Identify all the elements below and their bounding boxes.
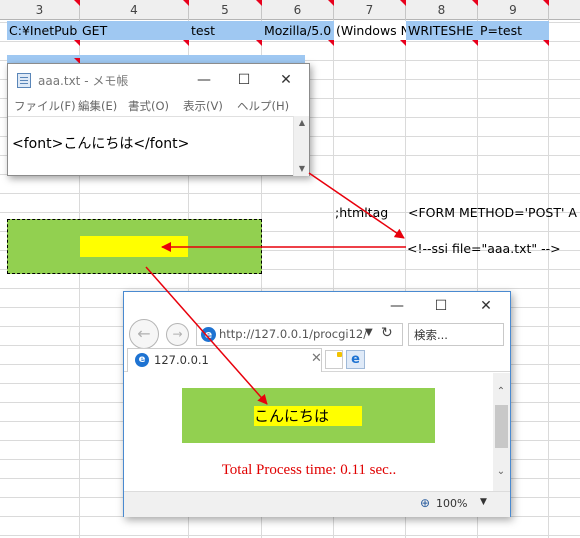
yellow-shape[interactable] — [80, 236, 188, 257]
tab-bar: e 127.0.0.1 ✕ e — [124, 348, 510, 372]
column-header[interactable]: 7 — [334, 0, 406, 20]
refresh-icon[interactable]: ↻ — [381, 325, 393, 341]
minimize-icon[interactable]: — — [184, 68, 224, 92]
menu-file[interactable]: ファイル(F) — [14, 98, 76, 114]
column-header[interactable]: 4 — [80, 0, 189, 20]
address-bar[interactable]: e http://127.0.0.1/procgi12/ ▼ ↻ — [196, 323, 403, 346]
greeting-text: こんにちは — [254, 406, 362, 426]
new-tab-icon[interactable] — [325, 350, 343, 369]
cell[interactable]: GET — [80, 21, 189, 40]
comment-marker — [543, 40, 549, 46]
minimize-icon[interactable]: — — [377, 294, 417, 318]
column-header-bar: 3 4 5 6 7 8 9 — [0, 0, 580, 20]
menu-view[interactable]: 表示(V) — [183, 98, 223, 114]
scroll-up-icon[interactable]: ▲ — [294, 116, 310, 130]
ie-icon[interactable]: e — [346, 350, 365, 369]
comment-marker — [472, 0, 478, 6]
close-icon[interactable]: ✕ — [311, 351, 322, 366]
notepad-editor[interactable]: <font>こんにちは</font> — [8, 116, 294, 176]
comment-marker — [256, 0, 262, 6]
scroll-down-icon[interactable]: ▼ — [294, 162, 310, 176]
notepad-icon — [17, 73, 31, 88]
comment-marker — [183, 0, 189, 6]
dropdown-arrow-icon[interactable]: ▼ — [365, 327, 373, 338]
scroll-up-icon[interactable]: ⌃ — [493, 385, 509, 399]
process-time-text: Total Process time: 0.11 sec.. — [221, 462, 397, 478]
back-icon[interactable]: ← — [129, 319, 159, 349]
comment-marker — [74, 0, 80, 6]
column-header[interactable]: 3 — [0, 0, 80, 20]
notepad-title: aaa.txt - メモ帳 — [38, 74, 129, 88]
menu-format[interactable]: 書式(O) — [128, 98, 169, 114]
browser-scrollbar[interactable]: ⌃ ⌄ — [493, 373, 510, 491]
search-input[interactable]: 検索... — [408, 323, 504, 346]
notepad-content[interactable]: <font>こんにちは</font> — [12, 133, 189, 153]
column-header[interactable]: 6 — [262, 0, 334, 20]
address-url[interactable]: http://127.0.0.1/procgi12/ — [219, 327, 367, 341]
comment-marker — [400, 0, 406, 6]
page-content: こんにちは Total Process time: 0.11 sec.. — [124, 373, 494, 491]
close-icon[interactable]: ✕ — [266, 68, 306, 92]
comment-marker — [183, 40, 189, 46]
browser-navbar: ← → e http://127.0.0.1/procgi12/ ▼ ↻ 検索.… — [124, 318, 510, 350]
status-bar: ⊕ 100% ▼ — [124, 491, 510, 517]
tab-title: 127.0.0.1 — [154, 353, 209, 367]
comment-marker — [256, 40, 262, 46]
column-header[interactable]: 9 — [478, 0, 549, 20]
cell[interactable]: Mozilla/5.0 — [262, 21, 334, 40]
comment-marker — [328, 0, 334, 6]
dropdown-arrow-icon[interactable]: ▼ — [480, 497, 487, 507]
column-header[interactable]: 5 — [189, 0, 262, 20]
ie-icon: e — [135, 353, 149, 367]
comment-marker — [543, 0, 549, 6]
grid-line — [548, 0, 549, 538]
browser-tab[interactable]: e 127.0.0.1 ✕ — [127, 348, 322, 372]
maximize-icon[interactable]: ☐ — [224, 68, 264, 92]
htmltag-label[interactable]: ;htmltag — [335, 205, 388, 220]
cell[interactable]: WRITESHE — [406, 21, 478, 40]
zoom-level[interactable]: 100% — [436, 497, 467, 510]
maximize-icon[interactable]: ☐ — [421, 294, 461, 318]
cell[interactable]: (Windows N — [334, 21, 406, 40]
form-cell[interactable]: <FORM METHOD='POST' A — [408, 205, 580, 220]
cell[interactable]: test — [189, 21, 262, 40]
menu-edit[interactable]: 編集(E) — [78, 98, 117, 114]
forward-icon[interactable]: → — [166, 323, 189, 346]
comment-marker — [400, 40, 406, 46]
scroll-down-icon[interactable]: ⌄ — [493, 465, 509, 479]
cell[interactable]: P=test — [478, 21, 549, 40]
notepad-menubar: ファイル(F) 編集(E) 書式(O) 表示(V) ヘルプ(H) — [8, 96, 309, 116]
zoom-icon: ⊕ — [420, 496, 431, 510]
notepad-scrollbar[interactable]: ▲ ▼ — [293, 116, 309, 176]
scroll-thumb[interactable] — [495, 405, 508, 448]
menu-help[interactable]: ヘルプ(H) — [237, 98, 289, 114]
green-block: こんにちは — [182, 388, 435, 443]
notepad-window[interactable]: aaa.txt - メモ帳 — ☐ ✕ ファイル(F) 編集(E) 書式(O) … — [7, 63, 310, 176]
cell[interactable]: C:¥InetPub — [7, 21, 80, 40]
notepad-titlebar[interactable]: aaa.txt - メモ帳 — ☐ ✕ — [8, 64, 309, 96]
comment-marker — [328, 40, 334, 46]
comment-marker — [472, 40, 478, 46]
selected-cells[interactable] — [7, 55, 305, 63]
column-header[interactable]: 8 — [406, 0, 478, 20]
comment-marker — [74, 40, 80, 46]
ssi-cell[interactable]: <!--ssi file="aaa.txt" --> — [407, 241, 561, 256]
search-placeholder: 検索... — [414, 328, 448, 342]
ie-icon: e — [201, 327, 216, 342]
browser-window[interactable]: — ☐ ✕ ← → e http://127.0.0.1/procgi12/ ▼… — [123, 291, 511, 517]
close-icon[interactable]: ✕ — [466, 294, 506, 318]
